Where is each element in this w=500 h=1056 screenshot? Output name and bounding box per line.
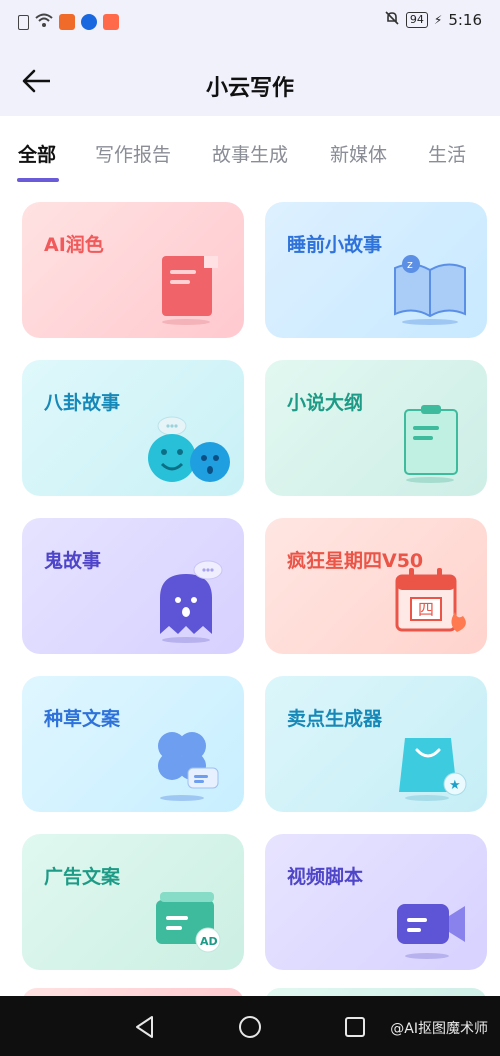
card-ad-copy[interactable]: 广告文案 AD [22,834,244,970]
watermark: @AI抠图魔术师 [390,1021,488,1037]
charging-icon: ⚡ [433,13,443,27]
card-selling-point-generator[interactable]: 卖点生成器 ★ [265,676,487,812]
system-navigation-bar: @AI抠图魔术师 [0,996,500,1056]
app-header: 小云写作 [0,44,500,116]
shopping-bag-icon: ★ [399,738,467,801]
card-label: 广告文案 [44,866,121,888]
ghost-icon [160,560,223,643]
category-tabs: 全部 写作报告 故事生成 新媒体 生活 [0,116,500,188]
page-title: 小云写作 [205,76,294,101]
back-triangle-icon[interactable] [132,1014,158,1040]
tool-app-icon [103,14,119,30]
video-camera-icon [397,904,465,959]
clover-icon [158,732,219,801]
card-partial-left[interactable] [22,988,244,996]
status-icons-right: 94 ⚡ 5:16 [384,10,482,30]
card-label: 种草文案 [44,708,121,730]
card-gossip-story[interactable]: 八卦故事 [22,360,244,496]
sim-icon [18,14,29,30]
card-ghost-story[interactable]: 鬼故事 [22,518,244,654]
card-label: 鬼故事 [44,550,102,572]
card-product-seeding-copy[interactable]: 种草文案 [22,676,244,812]
active-tab-indicator [17,178,59,182]
card-crazy-thursday[interactable]: 疯狂星期四V50 四 [265,518,487,654]
card-ai-polish[interactable]: AI润色 [22,202,244,338]
wifi-icon [35,12,53,32]
card-video-script[interactable]: 视频脚本 [265,834,487,970]
clipboard-icon [404,405,458,483]
card-partial-right[interactable] [265,988,487,996]
card-label: AI润色 [44,234,104,256]
browser-app-icon [81,14,97,30]
card-label: 八卦故事 [44,392,121,414]
tab-story-generation[interactable]: 故事生成 [212,140,288,167]
calendar-icon: 四 [395,568,466,632]
status-icons-left [18,12,119,32]
ad-card-icon: AD [156,892,221,953]
tool-grid: AI润色 睡前小故事 z 八卦故事 小说大纲 鬼故事 疯狂星期四V50 四 种草… [0,188,500,996]
tab-all[interactable]: 全部 [18,140,56,167]
tab-writing-report[interactable]: 写作报告 [95,140,171,167]
video-app-icon [59,14,75,30]
card-label: 卖点生成器 [287,708,383,730]
svg-text:★: ★ [449,778,461,793]
card-label: 睡前小故事 [287,234,383,256]
recents-square-icon[interactable] [342,1014,368,1040]
svg-text:z: z [407,258,413,271]
tab-life[interactable]: 生活 [428,140,466,167]
ad-badge: AD [200,935,218,948]
tab-new-media[interactable]: 新媒体 [330,140,387,167]
calendar-day: 四 [418,600,434,619]
card-bedtime-story[interactable]: 睡前小故事 z [265,202,487,338]
mute-icon [384,10,400,30]
card-novel-outline[interactable]: 小说大纲 [265,360,487,496]
card-label: 视频脚本 [287,866,364,888]
open-book-icon: z [394,255,466,325]
card-label: 小说大纲 [287,392,364,414]
clock: 5:16 [448,11,482,29]
battery-level: 94 [405,12,428,28]
status-bar: 94 ⚡ 5:16 [0,0,500,44]
document-icon [162,256,218,325]
home-circle-icon[interactable] [237,1014,263,1040]
emoji-faces-icon [148,416,230,482]
